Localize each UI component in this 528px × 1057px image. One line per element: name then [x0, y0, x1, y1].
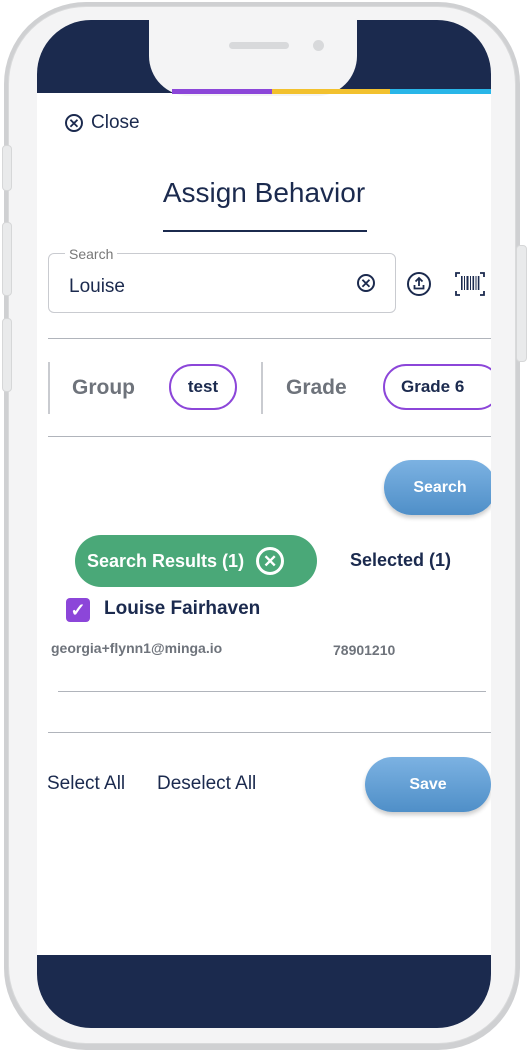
student-id: 78901210 — [333, 642, 396, 658]
group-filter-pill[interactable]: test — [169, 364, 237, 410]
search-value: Louise — [69, 276, 125, 297]
group-label: Group — [72, 376, 135, 399]
notch-speaker — [229, 42, 289, 49]
divider — [48, 436, 491, 437]
page-title: Assign Behavior — [162, 177, 366, 208]
deselect-all-button[interactable]: Deselect All — [157, 773, 256, 795]
grade-filter-pill[interactable]: Grade 6 — [383, 364, 491, 410]
divider — [48, 338, 491, 339]
accent-stripe-cyan — [390, 89, 491, 94]
student-name: Louise Fairhaven — [104, 598, 261, 619]
close-label: Close — [91, 112, 140, 133]
select-all-button[interactable]: Select All — [47, 773, 125, 795]
accent-stripe-purple — [172, 89, 272, 94]
divider — [48, 732, 491, 733]
save-button[interactable]: Save — [365, 757, 491, 812]
filter-row: Group test Grade Grade 6 — [48, 362, 491, 414]
bottom-bar — [37, 955, 491, 1028]
student-email: georgia+flynn1@minga.io — [51, 640, 223, 656]
search-label: Search — [65, 246, 118, 262]
close-button[interactable]: ✕ Close — [65, 112, 140, 134]
filter-divider — [48, 362, 50, 414]
accent-stripe-yellow — [272, 89, 390, 94]
result-divider — [58, 691, 486, 692]
search-button[interactable]: Search — [384, 460, 491, 515]
tab-search-results-label: Search Results (1) — [87, 550, 245, 571]
barcode-icon[interactable] — [455, 272, 485, 296]
grade-label: Grade — [286, 376, 347, 399]
clear-results-icon[interactable]: ✕ — [256, 547, 285, 575]
clear-circle-icon[interactable]: ✕ — [357, 274, 375, 292]
notch-camera — [313, 40, 324, 51]
tab-search-results[interactable]: Search Results (1) ✕ — [75, 535, 317, 587]
upload-icon[interactable] — [407, 272, 431, 296]
phone-side-button — [2, 222, 12, 296]
tab-selected[interactable]: Selected (1) — [350, 550, 451, 571]
phone-screen: ✕ Close Assign Behavior Search Louise ✕ … — [37, 20, 491, 1028]
phone-notch — [149, 20, 357, 96]
result-checkbox[interactable]: ✓ — [66, 598, 90, 622]
phone-side-button — [2, 318, 12, 392]
title-underline — [163, 230, 367, 232]
close-circle-icon: ✕ — [65, 114, 83, 132]
phone-side-button — [516, 245, 527, 362]
search-input[interactable]: Search Louise ✕ — [48, 246, 396, 313]
phone-side-button — [2, 145, 12, 191]
filter-divider — [261, 362, 263, 414]
